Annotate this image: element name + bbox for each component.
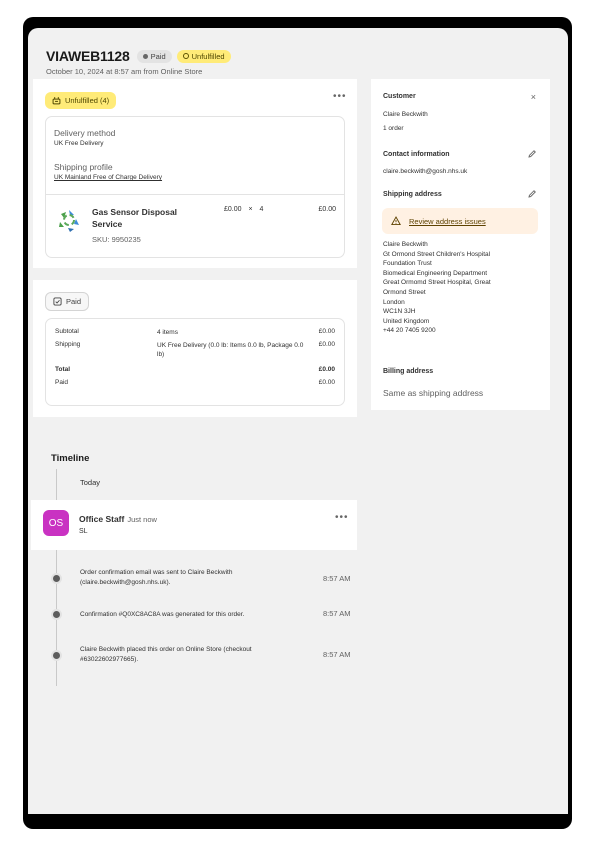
order-subtitle: October 10, 2024 at 8:57 am from Online … <box>46 67 203 76</box>
product-unit-price: £0.00 × 4 <box>224 206 263 213</box>
address-line: Gt Ormond Street Children's Hospital <box>383 250 491 258</box>
payment-status-label: Paid <box>150 51 166 61</box>
timeline-event-text: Claire Beckwith placed this order on Onl… <box>80 646 252 663</box>
fulfillment-more-button[interactable]: ••• <box>333 91 347 102</box>
staff-name-row: Office Staff Just now <box>79 514 157 524</box>
summary-label: Subtotal <box>55 328 79 335</box>
product-name[interactable]: Gas Sensor Disposal Service <box>92 206 197 230</box>
fulfillment-status-label: Unfulfilled <box>191 51 225 61</box>
address-line: +44 20 7405 9200 <box>383 327 436 335</box>
summary-amount: £0.00 <box>318 366 335 373</box>
paid-dot-icon <box>142 53 148 59</box>
summary-amount: £0.00 <box>318 341 335 348</box>
shipping-profile: Shipping profile UK Mainland Free of Cha… <box>54 162 162 181</box>
address-line: Claire Beckwith <box>383 241 428 248</box>
times-sign: × <box>248 206 253 213</box>
product-thumbnail <box>55 206 83 234</box>
staff-name: Office Staff <box>79 514 125 524</box>
staff-note-time: Just now <box>127 515 157 524</box>
order-header: VIAWEB1128 Paid Unfulfilled October 10, … <box>46 48 231 76</box>
shipping-address-heading: Shipping address <box>383 191 442 198</box>
avatar: OS <box>43 510 69 536</box>
payment-card: Paid Subtotal 4 items £0.00 Shipping UK … <box>33 280 357 417</box>
delivery-method-label: Delivery method <box>54 128 116 138</box>
address-line: United Kingdom <box>383 317 430 325</box>
timeline-title: Timeline <box>51 453 90 464</box>
address-line: Biomedical Engineering Department <box>383 269 488 277</box>
address-line: Great Ormomd Street Hospital, Great <box>383 279 491 287</box>
paid-badge-label: Paid <box>66 297 82 306</box>
payment-summary: Subtotal 4 items £0.00 Shipping UK Free … <box>45 318 345 406</box>
unfulfilled-count-label: Unfulfilled (4) <box>65 96 110 105</box>
summary-detail: 4 items <box>157 329 178 336</box>
address-line: WC1N 3JH <box>383 308 416 316</box>
billing-address-heading: Billing address <box>383 368 434 375</box>
review-address-link[interactable]: Review address issues <box>409 217 486 226</box>
summary-label: Shipping <box>55 341 81 348</box>
order-id: VIAWEB1128 <box>46 48 130 64</box>
address-line: Foundation Trust <box>383 260 432 268</box>
shipping-profile-link[interactable]: UK Mainland Free of Charge Delivery <box>54 174 162 181</box>
customer-name-link[interactable]: Claire Beckwith <box>383 111 428 118</box>
product-line-total: £0.00 <box>318 206 336 213</box>
summary-label: Paid <box>55 379 69 386</box>
timeline-event-dot <box>53 575 60 582</box>
summary-label: Total <box>55 366 71 373</box>
quantity-value: 4 <box>259 206 264 213</box>
summary-amount: £0.00 <box>318 328 335 335</box>
warning-icon <box>391 216 401 226</box>
staff-note-more-button[interactable]: ••• <box>335 512 349 523</box>
timeline-line <box>56 550 57 686</box>
customer-card: Customer × Claire Beckwith 1 order Conta… <box>371 79 550 410</box>
divider <box>46 194 344 195</box>
paid-check-icon <box>53 297 62 306</box>
fulfillment-status-badge: Unfulfilled <box>176 49 231 63</box>
address-warning-banner: Review address issues <box>382 208 538 234</box>
delivery-method: Delivery method UK Free Delivery <box>54 128 115 147</box>
timeline-event-text: Confirmation #Q0XC8AC8A was generated fo… <box>80 611 245 618</box>
customer-heading: Customer <box>383 93 416 100</box>
fulfillment-details: Delivery method UK Free Delivery Shippin… <box>45 116 345 258</box>
timeline-event-time: 8:57 AM <box>323 574 351 583</box>
address-line: Ormond Street <box>383 288 426 296</box>
paid-badge: Paid <box>45 292 90 311</box>
timeline-event-time: 8:57 AM <box>323 609 351 618</box>
timeline-line <box>56 469 57 500</box>
edit-contact-icon[interactable] <box>527 149 537 159</box>
timeline-today-label: Today <box>80 478 101 487</box>
contact-heading: Contact information <box>383 151 450 158</box>
edit-shipping-icon[interactable] <box>527 189 537 199</box>
customer-email[interactable]: claire.beckwith@gosh.nhs.uk <box>383 168 467 175</box>
unfulfilled-ring-icon <box>182 53 189 59</box>
timeline-event-dot <box>53 611 60 618</box>
order-title-row: VIAWEB1128 Paid Unfulfilled <box>46 48 231 64</box>
timeline-event-dot <box>53 652 60 659</box>
order-page: VIAWEB1128 Paid Unfulfilled October 10, … <box>28 28 568 814</box>
summary-detail: UK Free Delivery (0.0 lb: Items 0.0 lb, … <box>157 342 304 358</box>
delivery-method-value: UK Free Delivery <box>54 140 104 147</box>
summary-amount: £0.00 <box>318 379 335 386</box>
timeline-event-time: 8:57 AM <box>323 650 351 659</box>
address-line: London <box>383 298 405 306</box>
shipping-address: Claire Beckwith Gt Ormond Street Childre… <box>383 240 491 336</box>
unfulfilled-count-badge: Unfulfilled (4) <box>45 92 117 109</box>
staff-note-card: OS Office Staff Just now SL ••• <box>31 500 357 550</box>
customer-order-count[interactable]: 1 order <box>383 125 404 132</box>
product-sku: SKU: 9950235 <box>92 235 141 244</box>
fulfillment-box-icon <box>52 97 61 105</box>
staff-note-text: SL <box>79 528 88 535</box>
fulfillment-card: Unfulfilled (4) ••• Delivery method UK F… <box>33 79 357 268</box>
payment-status-badge: Paid <box>136 49 172 63</box>
close-icon[interactable]: × <box>531 92 536 102</box>
billing-address-value: Same as shipping address <box>383 388 484 398</box>
shipping-profile-label: Shipping profile <box>54 162 113 172</box>
unit-price-value: £0.00 <box>224 206 242 213</box>
timeline-event-text: Order confirmation email was sent to Cla… <box>80 569 233 586</box>
